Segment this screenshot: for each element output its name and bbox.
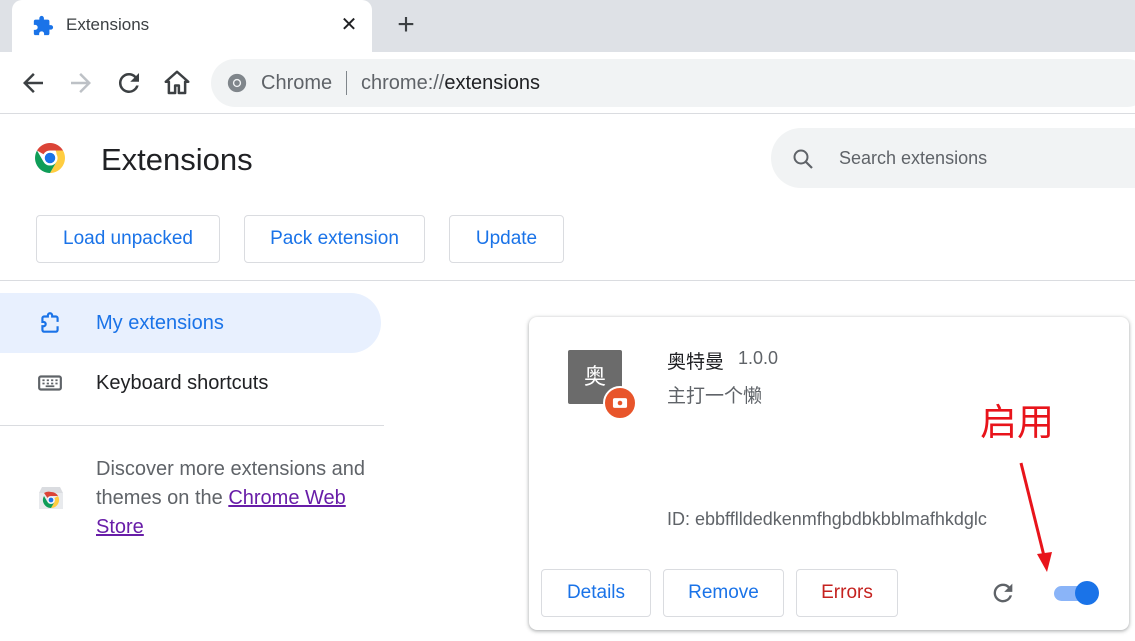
page-title: Extensions [101, 142, 253, 177]
web-store-icon [39, 487, 63, 509]
puzzle-icon [41, 312, 59, 333]
tab-strip: Extensions ✕ + [0, 0, 1135, 52]
address-bar[interactable]: Chrome chrome://extensions [211, 59, 1135, 107]
sidebar-item-keyboard-shortcuts[interactable]: Keyboard shortcuts [0, 353, 381, 413]
forward-icon[interactable] [66, 68, 96, 98]
annotation-arrow-icon [1019, 462, 1052, 572]
tab-title: Extensions [66, 15, 150, 34]
sidebar-item-label: My extensions [96, 312, 224, 334]
remove-button[interactable]: Remove [663, 569, 784, 617]
chrome-icon [227, 73, 247, 93]
keyboard-icon [38, 375, 62, 391]
toggle-knob [1075, 581, 1099, 605]
search-box[interactable] [771, 128, 1135, 188]
url-text: chrome://extensions [361, 72, 540, 94]
extension-name: 奥特曼 [667, 352, 725, 373]
browser-toolbar: Chrome chrome://extensions [0, 52, 1135, 114]
sidebar-item-my-extensions[interactable]: My extensions [0, 293, 381, 353]
home-icon[interactable] [162, 68, 192, 98]
header-divider [0, 280, 1135, 281]
extension-id: ID: ebbfflldedkenmfhgbdbkbblmafhkdglc [667, 509, 987, 529]
extension-badge-icon [603, 386, 637, 420]
extension-description: 主打一个懒 [667, 386, 763, 407]
chrome-logo-icon [35, 143, 65, 173]
discover-text: Discover more extensions and themes on t… [96, 458, 366, 538]
back-icon[interactable] [18, 68, 48, 98]
reload-icon[interactable] [114, 68, 144, 98]
tab-extensions[interactable]: Extensions ✕ [12, 0, 372, 52]
reload-icon[interactable] [989, 579, 1017, 607]
site-label: Chrome [261, 72, 333, 94]
pack-extension-button[interactable]: Pack extension [244, 215, 425, 263]
sidebar-item-label: Keyboard shortcuts [96, 372, 269, 394]
sidebar-divider [0, 425, 384, 426]
enable-toggle[interactable] [1051, 581, 1099, 605]
details-button[interactable]: Details [541, 569, 651, 617]
new-tab-button[interactable]: + [392, 10, 420, 40]
close-icon[interactable]: ✕ [336, 12, 362, 38]
load-unpacked-button[interactable]: Load unpacked [36, 215, 220, 263]
search-icon [793, 149, 813, 169]
enable-annotation: 启用 [980, 402, 1054, 443]
omnibox-separator [346, 71, 347, 95]
errors-button[interactable]: Errors [796, 569, 898, 617]
extension-version: 1.0.0 [738, 348, 779, 368]
puzzle-icon [33, 15, 54, 36]
search-input[interactable] [839, 138, 1135, 178]
update-button[interactable]: Update [449, 215, 564, 263]
